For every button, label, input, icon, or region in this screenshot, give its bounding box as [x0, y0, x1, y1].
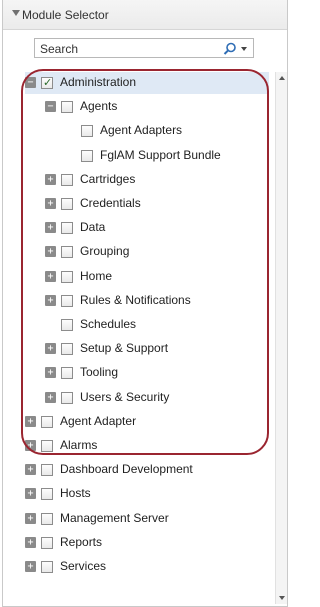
tree-item-reports[interactable]: + Reports: [25, 532, 269, 554]
search-box[interactable]: Search: [34, 38, 254, 58]
tree-item-label: Tooling: [80, 365, 119, 379]
tree-item-label: Hosts: [60, 486, 91, 500]
tree-item-administration[interactable]: − ✓ Administration: [25, 72, 269, 94]
tree-item-schedules[interactable]: Schedules: [25, 314, 269, 336]
tree-item-services[interactable]: + Services: [25, 556, 269, 578]
tree-item-checkbox[interactable]: [61, 392, 73, 404]
tree-item-label: Schedules: [80, 317, 137, 331]
collapse-arrow-icon[interactable]: [12, 10, 20, 16]
tree-item-checkbox[interactable]: [41, 561, 53, 573]
tree-item-setup-support[interactable]: + Setup & Support: [25, 338, 269, 360]
tree-item-label: Services: [60, 559, 107, 573]
tree-item-checkbox[interactable]: [81, 125, 93, 137]
tree-item-checkbox[interactable]: [61, 271, 73, 283]
tree-item-cartridges[interactable]: + Cartridges: [25, 169, 269, 191]
scroll-up-icon[interactable]: [279, 76, 285, 80]
tree-item-label: Reports: [60, 535, 103, 549]
expand-icon[interactable]: +: [45, 295, 56, 306]
tree-item-label: Management Server: [60, 511, 169, 525]
tree-item-checkbox[interactable]: [61, 319, 73, 331]
expand-icon[interactable]: +: [45, 343, 56, 354]
tree-item-label: Agent Adapter: [60, 414, 137, 428]
tree-item-checkbox[interactable]: [41, 513, 53, 525]
tree-item-users-security[interactable]: + Users & Security: [25, 387, 269, 409]
tree-item-label: Grouping: [80, 244, 130, 258]
expand-icon[interactable]: +: [45, 222, 56, 233]
expand-icon[interactable]: +: [45, 198, 56, 209]
tree-item-label: FglAM Support Bundle: [100, 148, 221, 162]
expand-icon[interactable]: +: [45, 367, 56, 378]
module-tree: − ✓ Administration − Agents Agent Adapters Fgl…: [25, 72, 277, 604]
tree-item-label: Alarms: [60, 438, 98, 452]
tree-item-grouping[interactable]: + Grouping: [25, 241, 269, 263]
tree-item-checkbox[interactable]: [61, 198, 73, 210]
tree-item-rules-notifications[interactable]: + Rules & Notifications: [25, 290, 269, 312]
expand-icon[interactable]: +: [45, 271, 56, 282]
search-icon[interactable]: [223, 42, 237, 56]
tree-item-fglam-support-bundle[interactable]: FglAM Support Bundle: [25, 145, 269, 167]
collapse-icon[interactable]: −: [45, 101, 56, 112]
tree-item-tooling[interactable]: + Tooling: [25, 362, 269, 384]
tree-item-checkbox[interactable]: [61, 222, 73, 234]
tree-item-checkbox[interactable]: [41, 537, 53, 549]
tree-item-label: Agent Adapters: [100, 123, 183, 137]
expand-icon[interactable]: +: [25, 440, 36, 451]
expand-icon[interactable]: +: [45, 392, 56, 403]
expand-icon[interactable]: +: [25, 561, 36, 572]
tree-item-agent-adapters[interactable]: Agent Adapters: [25, 120, 269, 142]
module-selector-header[interactable]: Module Selector: [3, 0, 287, 30]
tree-item-checkbox[interactable]: [61, 367, 73, 379]
tree-item-dashboard-development[interactable]: + Dashboard Development: [25, 459, 269, 481]
expand-icon[interactable]: +: [25, 513, 36, 524]
scroll-down-icon[interactable]: [279, 596, 285, 600]
tree-item-checkbox[interactable]: [41, 416, 53, 428]
tree-item-label: Cartridges: [80, 172, 136, 186]
tree-item-label: Agents: [80, 99, 118, 113]
tree-item-checkbox[interactable]: [61, 246, 73, 258]
expand-icon[interactable]: +: [25, 464, 36, 475]
tree-item-checkbox[interactable]: [81, 150, 93, 162]
tree-item-checkbox[interactable]: [61, 101, 73, 113]
tree-item-label: Setup & Support: [80, 341, 169, 355]
checkmark-icon: ✓: [43, 76, 53, 89]
tree-item-management-server[interactable]: + Management Server: [25, 508, 269, 530]
tree-item-label: Home: [80, 269, 113, 283]
tree-item-label: Data: [80, 220, 106, 234]
tree-item-label: Users & Security: [80, 390, 170, 404]
vertical-scrollbar[interactable]: [275, 72, 287, 604]
tree-item-label: Administration: [60, 75, 137, 89]
tree-item-checkbox[interactable]: [61, 295, 73, 307]
tree-item-agent-adapter[interactable]: + Agent Adapter: [25, 411, 269, 433]
expand-icon[interactable]: +: [25, 488, 36, 499]
tree-item-label: Dashboard Development: [60, 462, 193, 476]
search-input[interactable]: Search: [40, 42, 78, 56]
tree-item-agents[interactable]: − Agents: [25, 96, 269, 118]
tree-item-hosts[interactable]: + Hosts: [25, 483, 269, 505]
expand-icon[interactable]: +: [45, 246, 56, 257]
tree-item-checkbox[interactable]: [41, 464, 53, 476]
panel-title: Module Selector: [22, 8, 109, 22]
tree-item-home[interactable]: + Home: [25, 266, 269, 288]
tree-item-checkbox[interactable]: [41, 488, 53, 500]
expand-icon[interactable]: +: [25, 416, 36, 427]
module-selector-panel: Module Selector Search − ✓ Administration −…: [2, 0, 288, 607]
tree-item-checkbox[interactable]: ✓: [41, 76, 53, 89]
tree-item-checkbox[interactable]: [61, 343, 73, 355]
expand-icon[interactable]: +: [45, 174, 56, 185]
search-options-dropdown-icon[interactable]: [241, 47, 247, 51]
tree-item-checkbox[interactable]: [61, 174, 73, 186]
tree-item-label: Credentials: [80, 196, 141, 210]
tree-item-label: Rules & Notifications: [80, 293, 191, 307]
tree-item-alarms[interactable]: + Alarms: [25, 435, 269, 457]
expand-icon[interactable]: +: [25, 537, 36, 548]
tree-item-credentials[interactable]: + Credentials: [25, 193, 269, 215]
tree-item-data[interactable]: + Data: [25, 217, 269, 239]
tree-item-checkbox[interactable]: [41, 440, 53, 452]
collapse-icon[interactable]: −: [25, 77, 36, 88]
